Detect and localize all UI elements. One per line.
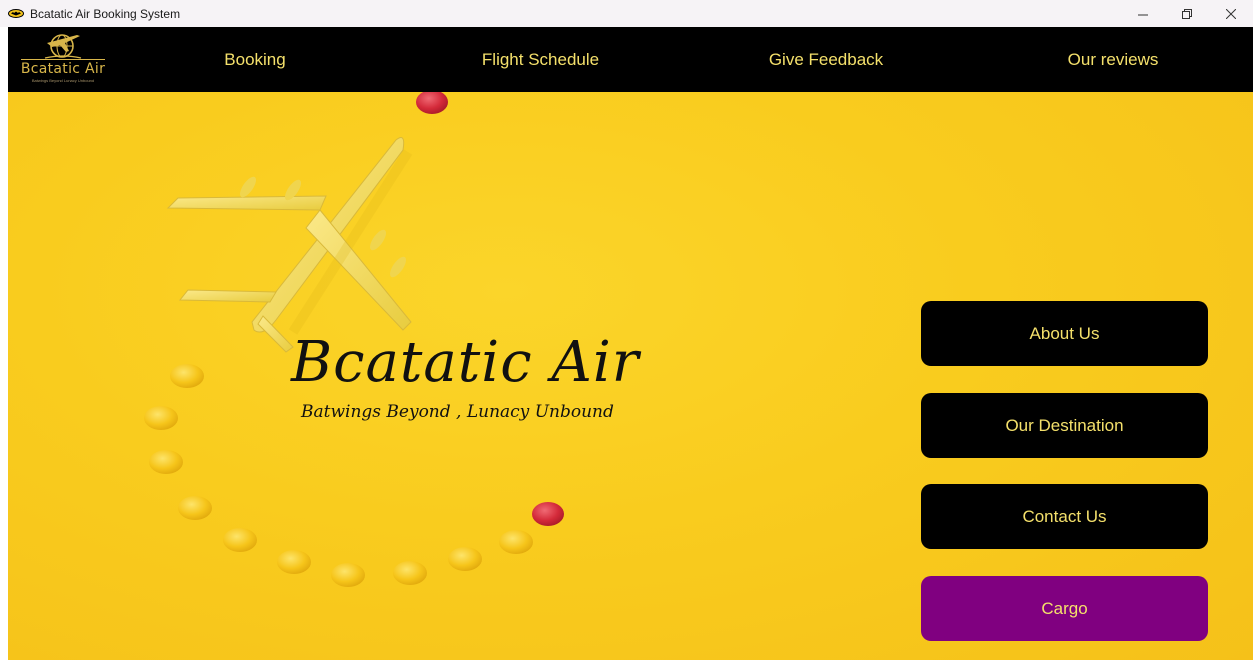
logo-tagline: Batwings Beyond Lunacy Unbound <box>31 78 95 83</box>
logo[interactable]: Bcatatic Air Batwings Beyond Lunacy Unbo… <box>10 29 116 89</box>
cargo-label: Cargo <box>1041 598 1088 618</box>
about-us-button[interactable]: About Us <box>921 301 1208 366</box>
top-nav: Bcatatic Air Batwings Beyond Lunacy Unbo… <box>8 27 1253 92</box>
app-window: Bcatatic Air Booking System Bcatatic Air… <box>0 0 1253 660</box>
nav-our-reviews[interactable]: Our reviews <box>1028 27 1198 92</box>
cargo-button[interactable]: Cargo <box>921 576 1208 641</box>
our-destination-label: Our Destination <box>1005 415 1124 435</box>
logo-name: Bcatatic Air <box>20 59 106 77</box>
nav-booking-label: Booking <box>224 49 286 69</box>
window-title: Bcatatic Air Booking System <box>30 6 181 21</box>
minimize-button[interactable] <box>1121 0 1165 27</box>
about-us-label: About Us <box>1029 323 1100 343</box>
brand-tagline: Batwings Beyond , Lunacy Unbound <box>301 402 614 422</box>
minimize-icon <box>1138 14 1148 15</box>
nav-give-feedback-label: Give Feedback <box>768 49 884 69</box>
toy-plane-icon <box>166 137 413 353</box>
hero-banner: Bcatatic Air Batwings Beyond , Lunacy Un… <box>8 92 1253 660</box>
restore-icon <box>1182 8 1192 19</box>
our-destination-button[interactable]: Our Destination <box>921 393 1208 458</box>
contact-us-button[interactable]: Contact Us <box>921 484 1208 549</box>
close-icon <box>1226 8 1236 19</box>
window-controls <box>1121 0 1253 27</box>
nav-booking[interactable]: Booking <box>180 27 330 92</box>
bat-icon <box>8 9 24 19</box>
nav-flight-schedule-label: Flight Schedule <box>481 49 600 69</box>
title-bar: Bcatatic Air Booking System <box>0 0 1253 27</box>
close-button[interactable] <box>1209 0 1253 27</box>
nav-give-feedback[interactable]: Give Feedback <box>736 27 916 92</box>
brand-title: Bcatatic Air <box>291 330 640 395</box>
restore-button[interactable] <box>1165 0 1209 27</box>
nav-flight-schedule[interactable]: Flight Schedule <box>448 27 633 92</box>
plane-globe-icon <box>44 34 82 59</box>
contact-us-label: Contact Us <box>1022 506 1107 526</box>
nav-our-reviews-label: Our reviews <box>1067 49 1159 69</box>
